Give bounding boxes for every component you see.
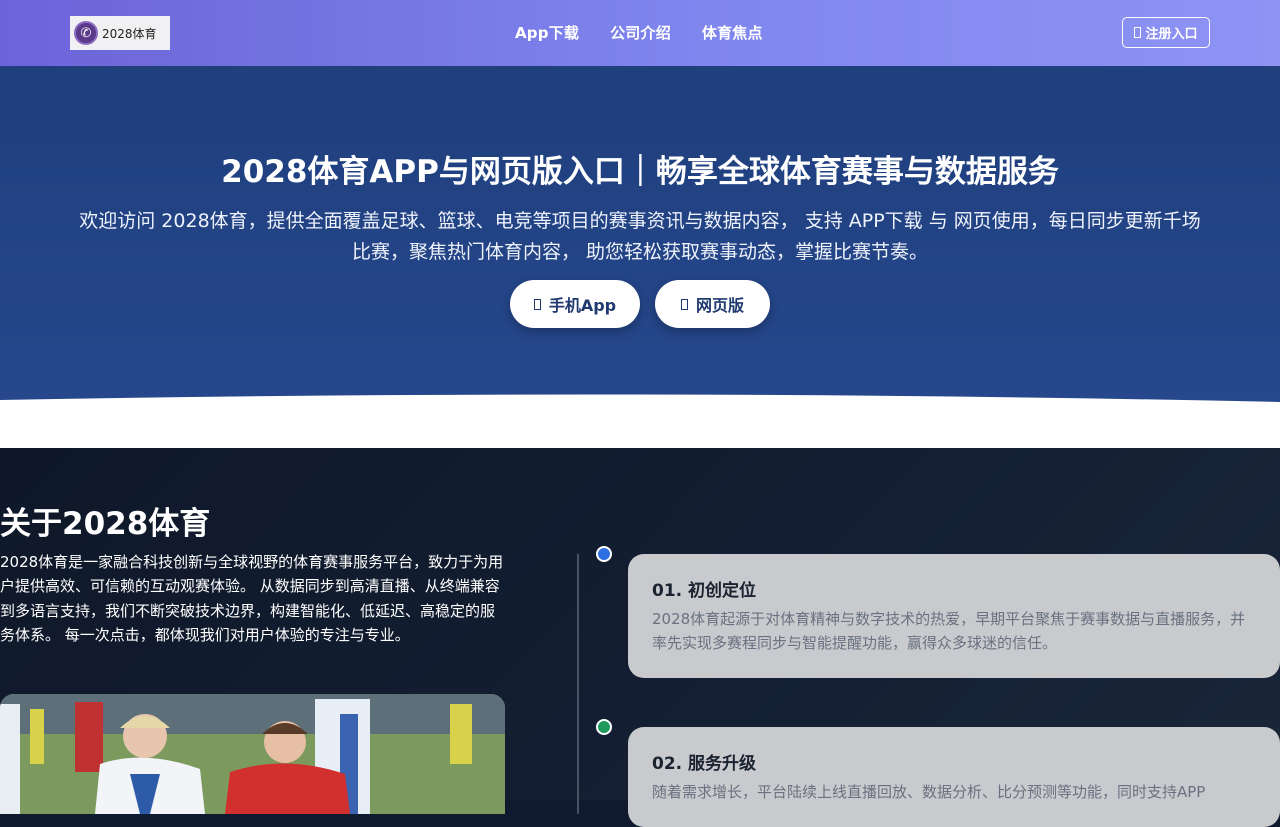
timeline-line	[577, 554, 579, 814]
hero-description: 欢迎访问 2028体育，提供全面覆盖足球、篮球、电竞等项目的赛事资讯与数据内容，…	[79, 210, 1201, 263]
timeline-card-text: 2028体育起源于对体育精神与数字技术的热爱，早期平台聚焦于赛事数据与直播服务，…	[652, 610, 1246, 652]
nav-sports-focus[interactable]: 体育焦点	[702, 22, 763, 43]
main-nav: App下载 公司介绍 体育焦点	[515, 22, 763, 43]
timeline-dot	[596, 546, 612, 562]
about-text: 2028体育是一家融合科技创新与全球视野的体育赛事服务平台，致力于为用户提供高效…	[0, 553, 504, 645]
web-version-label: 网页版	[695, 296, 744, 315]
football-photo	[0, 694, 505, 814]
web-icon	[680, 298, 688, 310]
timeline-card: 01. 初创定位 2028体育起源于对体育精神与数字技术的热爱，早期平台聚焦于赛…	[628, 554, 1280, 678]
web-version-button[interactable]: 网页版	[655, 280, 770, 328]
nav-company-intro[interactable]: 公司介绍	[610, 22, 671, 43]
top-navigation-bar: ✆ 2028体育 App下载 公司介绍 体育焦点 注册入口	[0, 0, 1280, 66]
mobile-app-label: 手机App	[548, 296, 617, 315]
timeline-dot	[596, 719, 612, 735]
register-label: 注册入口	[1145, 27, 1198, 42]
timeline-card-title: 01. 初创定位	[652, 581, 757, 601]
register-button[interactable]: 注册入口	[1122, 17, 1210, 48]
hero-wave-divider	[0, 394, 1280, 448]
register-icon	[1134, 27, 1142, 38]
football-players-image	[0, 694, 505, 814]
about-section: 关于2028体育 2028体育是一家融合科技创新与全球视野的体育赛事服务平台，致…	[0, 448, 1280, 827]
timeline-card-text: 随着需求增长，平台陆续上线直播回放、数据分析、比分预测等功能，同时支持APP	[652, 783, 1206, 801]
nav-app-download[interactable]: App下载	[515, 22, 579, 43]
mobile-icon	[533, 298, 541, 310]
logo-text: 2028体育	[102, 26, 157, 41]
timeline-card-title: 02. 服务升级	[652, 754, 757, 774]
timeline-card: 02. 服务升级 随着需求增长，平台陆续上线直播回放、数据分析、比分预测等功能，…	[628, 727, 1280, 827]
about-title: 关于2028体育	[0, 506, 211, 542]
mobile-app-button[interactable]: 手机App	[510, 280, 640, 328]
hero-section: 2028体育APP与网页版入口｜畅享全球体育赛事与数据服务 欢迎访问 2028体…	[0, 66, 1280, 406]
hero-title: 2028体育APP与网页版入口｜畅享全球体育赛事与数据服务	[221, 154, 1059, 190]
site-logo[interactable]: ✆ 2028体育	[70, 16, 170, 50]
viber-phone-icon: ✆	[74, 21, 98, 45]
